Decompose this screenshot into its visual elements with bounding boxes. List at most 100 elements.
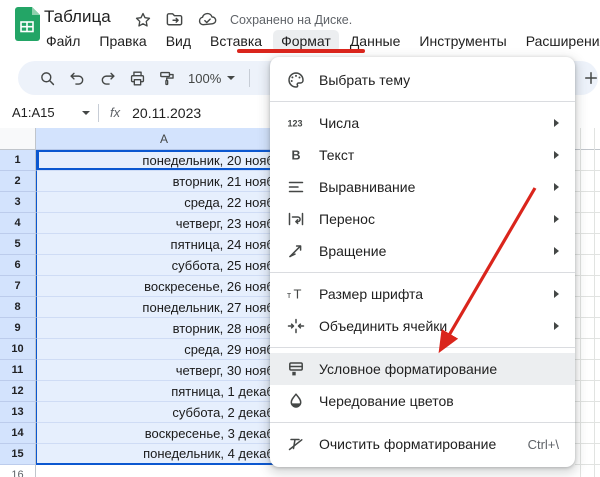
cell-a10[interactable]: среда, 29 ноября — [36, 339, 292, 360]
row-header[interactable]: 4 — [0, 213, 36, 234]
row-header[interactable]: 3 — [0, 192, 36, 213]
row-header[interactable]: 10 — [0, 339, 36, 360]
menu-item-merge-cells[interactable]: Объединить ячейки — [270, 310, 575, 342]
search-icon[interactable] — [32, 65, 62, 91]
cell-a11[interactable]: четверг, 30 ноября — [36, 360, 292, 381]
row-header[interactable]: 15 — [0, 444, 36, 465]
menu-item-conditional-formatting[interactable]: Условное форматирование — [270, 353, 575, 385]
menu-divider — [270, 422, 575, 423]
cell-a15[interactable]: понедельник, 4 декабря — [36, 444, 292, 465]
cell-a14[interactable]: воскресенье, 3 декабря — [36, 423, 292, 444]
menubar-item-edit[interactable]: Правка — [91, 30, 154, 52]
zoom-level: 100% — [188, 71, 221, 86]
row-header[interactable]: 1 — [0, 150, 36, 171]
row-header[interactable]: 8 — [0, 297, 36, 318]
menubar-item-tools[interactable]: Инструменты — [411, 30, 514, 52]
menu-item-label: Выравнивание — [319, 179, 415, 195]
clear-format-icon — [286, 434, 306, 454]
cell-a2[interactable]: вторник, 21 ноября — [36, 171, 292, 192]
row-header[interactable]: 2 — [0, 171, 36, 192]
row-header[interactable]: 6 — [0, 255, 36, 276]
submenu-arrow-icon — [554, 322, 559, 330]
menubar-item-file[interactable]: Файл — [38, 30, 88, 52]
menubar-item-view[interactable]: Вид — [158, 30, 199, 52]
row-header[interactable]: 13 — [0, 402, 36, 423]
cell-a16[interactable] — [36, 465, 292, 477]
menubar-item-extensions[interactable]: Расширения — [518, 30, 600, 52]
undo-icon[interactable] — [62, 65, 92, 91]
submenu-arrow-icon — [554, 290, 559, 298]
row-header[interactable]: 9 — [0, 318, 36, 339]
menu-item-numbers[interactable]: 123 Числа — [270, 107, 575, 139]
svg-text:T: T — [294, 287, 302, 302]
google-sheets-window: Таблица Сохранено на Диске. Файл Правка … — [0, 0, 600, 477]
row-header[interactable]: 5 — [0, 234, 36, 255]
cell-a5[interactable]: пятница, 24 ноября — [36, 234, 292, 255]
print-icon[interactable] — [122, 65, 152, 91]
theme-palette-icon — [286, 70, 306, 90]
redo-icon[interactable] — [92, 65, 122, 91]
menu-item-font-size[interactable]: тT Размер шрифта — [270, 278, 575, 310]
menu-item-shortcut: Ctrl+\ — [528, 437, 559, 452]
menu-item-label: Объединить ячейки — [319, 318, 447, 334]
cell-a8[interactable]: понедельник, 27 ноября — [36, 297, 292, 318]
svg-text:т: т — [287, 290, 291, 300]
sheets-logo[interactable] — [14, 7, 40, 41]
cell-a1[interactable]: понедельник, 20 ноября — [36, 150, 292, 171]
font-size-icon: тT — [286, 284, 306, 304]
alternating-colors-icon — [286, 391, 306, 411]
zoom-control[interactable]: 100% — [188, 71, 235, 86]
name-box[interactable]: A1:A15 — [0, 105, 98, 120]
star-icon[interactable] — [134, 11, 152, 29]
conditional-format-icon — [286, 359, 306, 379]
saved-status: Сохранено на Диске. — [230, 13, 352, 27]
menu-item-text[interactable]: B Текст — [270, 139, 575, 171]
menu-item-clear-formatting[interactable]: Очистить форматирование Ctrl+\ — [270, 428, 575, 460]
menu-item-choose-theme[interactable]: Выбрать тему — [270, 64, 575, 96]
menu-item-wrapping[interactable]: Перенос — [270, 203, 575, 235]
select-all-corner[interactable] — [0, 128, 36, 150]
cloud-saved-icon[interactable] — [197, 10, 218, 29]
row-header[interactable]: 16 — [0, 465, 36, 477]
document-title[interactable]: Таблица — [44, 7, 111, 27]
plus-icon[interactable] — [578, 66, 600, 90]
menu-item-label: Числа — [319, 115, 359, 131]
merge-cells-icon — [286, 316, 306, 336]
svg-text:B: B — [292, 149, 301, 163]
menu-item-label: Текст — [319, 147, 354, 163]
format-menu: Выбрать тему 123 Числа B Текст Выравнива… — [270, 57, 575, 467]
menu-item-label: Очистить форматирование — [319, 436, 496, 452]
move-folder-icon[interactable] — [165, 10, 184, 29]
row-header[interactable]: 11 — [0, 360, 36, 381]
align-icon — [286, 177, 306, 197]
row-header[interactable]: 7 — [0, 276, 36, 297]
menu-item-alternating-colors[interactable]: Чередование цветов — [270, 385, 575, 417]
row-header[interactable]: 12 — [0, 381, 36, 402]
text-wrap-icon — [286, 209, 306, 229]
menu-item-rotation[interactable]: Вращение — [270, 235, 575, 267]
cell-a4[interactable]: четверг, 23 ноября — [36, 213, 292, 234]
cell-a6[interactable]: суббота, 25 ноября — [36, 255, 292, 276]
cell-a13[interactable]: суббота, 2 декабря — [36, 402, 292, 423]
cell-a9[interactable]: вторник, 28 ноября — [36, 318, 292, 339]
submenu-arrow-icon — [554, 215, 559, 223]
menu-item-label: Вращение — [319, 243, 386, 259]
submenu-arrow-icon — [554, 183, 559, 191]
menu-item-label: Чередование цветов — [319, 393, 454, 409]
toolbar-divider — [249, 69, 250, 87]
formula-input[interactable]: 20.11.2023 — [132, 105, 201, 121]
cell-a12[interactable]: пятница, 1 декабря — [36, 381, 292, 402]
menu-item-alignment[interactable]: Выравнивание — [270, 171, 575, 203]
cell-a3[interactable]: среда, 22 ноября — [36, 192, 292, 213]
numbers-123-icon: 123 — [286, 113, 306, 133]
menu-divider — [270, 101, 575, 102]
column-header-a[interactable]: A — [36, 128, 292, 150]
submenu-arrow-icon — [554, 119, 559, 127]
submenu-arrow-icon — [554, 151, 559, 159]
cell-a7[interactable]: воскресенье, 26 ноября — [36, 276, 292, 297]
row-header[interactable]: 14 — [0, 423, 36, 444]
bold-text-icon: B — [286, 145, 306, 165]
submenu-arrow-icon — [554, 247, 559, 255]
paint-format-icon[interactable] — [152, 65, 182, 91]
svg-text:123: 123 — [288, 119, 303, 129]
